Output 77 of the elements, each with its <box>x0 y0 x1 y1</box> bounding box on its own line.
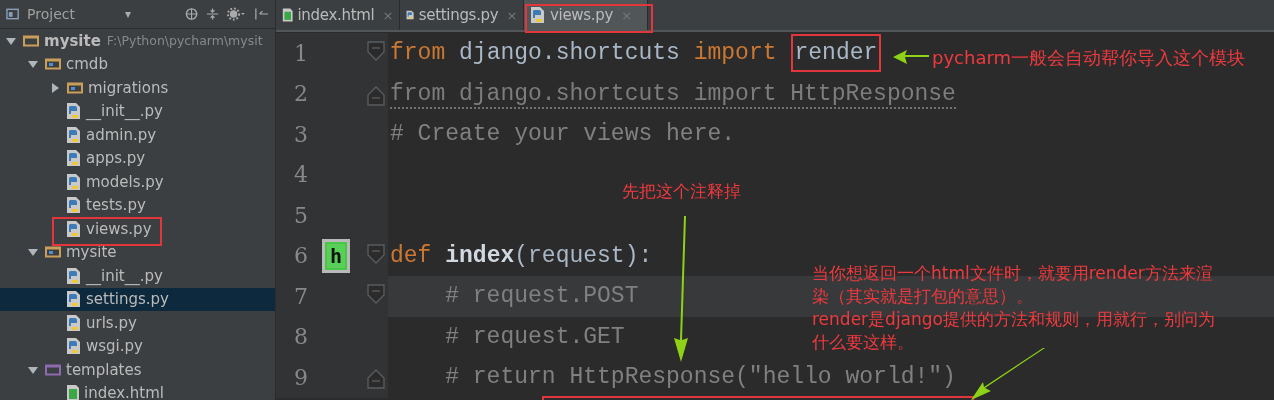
line-number: 9 <box>293 364 308 390</box>
line-number: 1 <box>293 40 308 66</box>
line-number: 8 <box>293 324 308 350</box>
python-file-icon <box>66 102 82 121</box>
hide-panel-icon[interactable] <box>254 7 269 21</box>
editor-tab[interactable]: views.py × <box>524 0 648 30</box>
html-marker[interactable]: h <box>321 238 350 273</box>
folder-icon <box>66 80 84 95</box>
tree-item[interactable]: models.py <box>0 170 275 194</box>
python-file-icon <box>66 290 82 309</box>
tree-item[interactable]: wsgi.py <box>0 334 275 358</box>
boxed-code: render <box>790 34 882 73</box>
tree-item[interactable]: __init__.py <box>0 264 275 288</box>
tree-item[interactable]: tests.py <box>0 193 275 217</box>
project-icon <box>6 7 20 21</box>
dropdown-caret[interactable]: ▾ <box>125 7 132 21</box>
tab-label: settings.py <box>418 6 499 24</box>
expand-arrow-icon[interactable] <box>6 35 16 46</box>
python-file-icon <box>66 149 82 168</box>
line-number: 6 <box>293 243 308 269</box>
tree-item[interactable]: mysite <box>0 240 275 264</box>
html-file-icon <box>282 6 294 24</box>
python-file-icon <box>530 6 546 24</box>
code-line: from django.shortcuts import <box>389 40 777 67</box>
arrow-icon <box>893 50 929 64</box>
code-line: from django.shortcuts import HttpResponse <box>389 80 956 107</box>
python-file-icon <box>66 196 82 215</box>
line-number: 3 <box>293 121 308 147</box>
folder-icon <box>44 57 62 72</box>
expand-arrow-icon[interactable] <box>28 59 38 70</box>
tree-item[interactable]: mysite F:\Python\pycharm\mysit <box>0 29 275 53</box>
python-file-icon <box>66 313 82 332</box>
expand-arrow-icon[interactable] <box>50 82 60 93</box>
tree-item[interactable]: templates <box>0 358 275 382</box>
python-file-icon <box>66 172 82 191</box>
collapse-icon[interactable] <box>206 7 220 21</box>
code-line: def index(request): <box>389 242 653 269</box>
code-line: # Create your views here. <box>389 121 736 148</box>
line-number: 7 <box>293 283 308 309</box>
panel-title[interactable]: Project <box>27 6 75 22</box>
tree-item[interactable]: views.py <box>0 217 275 241</box>
code-line: # request.GET <box>444 323 625 350</box>
html-file-icon <box>66 384 80 400</box>
arrow-icon <box>971 348 1045 400</box>
code-line: # request.POST <box>444 283 639 310</box>
tree-item[interactable]: settings.py <box>0 287 275 311</box>
python-file-icon <box>66 266 82 285</box>
line-number: 5 <box>293 202 308 228</box>
tab-label: index.html <box>297 6 375 24</box>
annotation-text: render是django提供的方法和规则，用就行，别问为什么要这样。 <box>812 308 1216 354</box>
line-number: 2 <box>293 81 308 107</box>
editor-tab[interactable]: index.html × <box>276 0 400 30</box>
tree-item[interactable]: __init__.py <box>0 99 275 123</box>
tree-item[interactable]: cmdb <box>0 52 275 76</box>
tree-item[interactable]: admin.py <box>0 123 275 147</box>
line-number: 4 <box>293 162 308 188</box>
annotation-text: 当你想返回一个html文件时，就要用render方法来渲染（其实就是打包的意思）。 <box>812 262 1214 308</box>
python-file-icon <box>66 337 82 356</box>
expand-arrow-icon[interactable] <box>28 364 38 375</box>
python-file-icon <box>66 125 82 144</box>
arrow-icon <box>674 216 690 362</box>
project-path: F:\Python\pycharm\mysit <box>106 33 263 49</box>
locate-icon[interactable] <box>185 7 199 21</box>
python-file-icon <box>66 219 82 238</box>
annotation-text: 先把这个注释掉 <box>622 180 741 203</box>
annotation-text: pycharm一般会自动帮你导入这个模块 <box>932 46 1246 70</box>
folder-icon <box>44 362 62 377</box>
folder-icon <box>22 33 40 48</box>
tree-item[interactable]: migrations <box>0 76 275 100</box>
settings-icon[interactable] <box>227 7 246 21</box>
expand-arrow-icon[interactable] <box>28 247 38 258</box>
code-line: # return HttpResponse("hello world!") <box>444 364 956 391</box>
tree-item[interactable]: urls.py <box>0 311 275 335</box>
tree-item[interactable]: apps.py <box>0 146 275 170</box>
folder-icon <box>44 245 62 260</box>
tree-item[interactable]: index.html <box>0 381 275 400</box>
tab-label: views.py <box>550 6 614 24</box>
